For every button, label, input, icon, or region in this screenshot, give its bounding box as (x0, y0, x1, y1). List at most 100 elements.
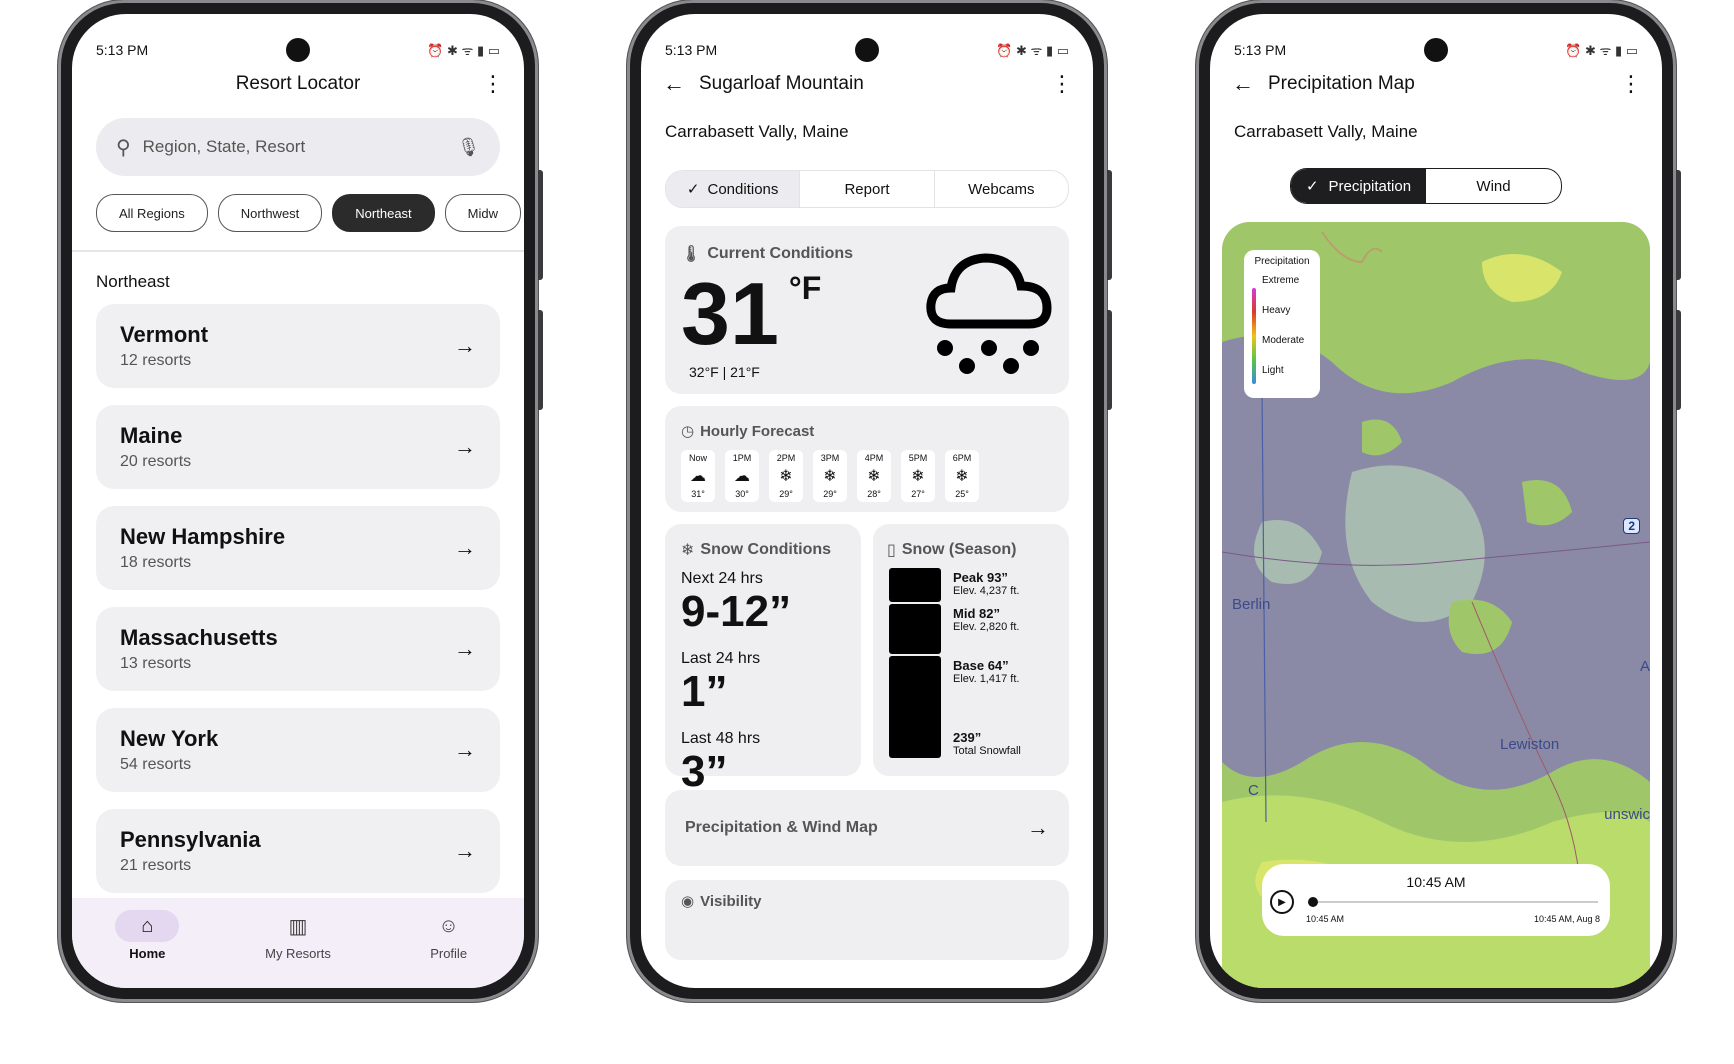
map-label-lewiston: Lewiston (1500, 736, 1560, 753)
hour-cell: 4PM ❄ 28° (857, 450, 891, 502)
list-item-vermont[interactable]: Vermont 12 resorts → (96, 304, 500, 388)
page-title: Precipitation Map (1268, 73, 1415, 94)
check-icon: ✓ (686, 181, 700, 198)
home-icon: ⌂ (115, 910, 180, 942)
slider-handle[interactable] (1308, 897, 1318, 907)
arrow-right-icon: → (454, 838, 476, 863)
timeline-player: 10:45 AM ▶ 10:45 AM 10:45 AM, Aug 8 (1262, 864, 1610, 936)
back-arrow-icon[interactable]: ← (1232, 71, 1254, 97)
link-label: Precipitation & Wind Map (685, 819, 878, 836)
nav-label: Profile (430, 946, 468, 961)
legend-item: Extreme (1262, 275, 1300, 286)
nav-label: My Resorts (265, 946, 331, 961)
region-filter-chips: All Regions Northwest Northeast Midw (96, 194, 524, 232)
resort-location: Carrabasett Vally, Maine (1234, 122, 1418, 141)
screen: 5:13 PM ⏰ ✱ ᯤ ▮ ▭ ← Sugarloaf Mountain ⋮… (641, 14, 1093, 988)
snowflake-icon: ❄ (955, 468, 969, 485)
snowflake-icon: ❄ (911, 468, 925, 485)
overflow-menu-icon[interactable]: ⋮ (1051, 71, 1073, 97)
cloud-snow-icon: ☁ (690, 468, 706, 485)
search-bar[interactable]: ⚲ Region, State, Resort 🎙 (96, 118, 500, 176)
divider (72, 250, 524, 252)
arrow-right-icon: → (454, 434, 476, 459)
page-title: Resort Locator (235, 73, 361, 94)
clock-icon: ◷ (681, 423, 695, 440)
hourly-forecast-card: ◷ Hourly Forecast Now ☁ 31° 1PM ☁ 30° 2PM ❄ 29°… (665, 406, 1069, 512)
chip-all-regions[interactable]: All Regions (96, 194, 208, 232)
chip-northwest[interactable]: Northwest (217, 194, 323, 232)
search-input[interactable]: Region, State, Resort (143, 137, 457, 157)
nav-my-resorts[interactable]: ▥ My Resorts (253, 910, 343, 988)
overflow-menu-icon[interactable]: ⋮ (1620, 71, 1642, 97)
nav-home[interactable]: ⌂ Home (102, 910, 192, 988)
precipitation-map-link[interactable]: Precipitation & Wind Map → (665, 790, 1069, 866)
list-item-new-hampshire[interactable]: New Hampshire 18 resorts → (96, 506, 500, 590)
current-temperature: 31 (681, 264, 779, 363)
arrow-right-icon: → (454, 636, 476, 661)
map-icon: ▥ (288, 915, 308, 938)
hour-label: 5PM (908, 453, 928, 463)
status-bar: 5:13 PM ⏰ ✱ ᯤ ▮ ▭ (96, 40, 500, 60)
list-item-massachusetts[interactable]: Massachusetts 13 resorts → (96, 607, 500, 691)
toggle-wind[interactable]: Wind (1426, 169, 1561, 203)
total-snowfall: 239” Total Snowfall (953, 730, 1021, 757)
status-time: 5:13 PM (1234, 42, 1287, 58)
section-label: Northeast (96, 272, 170, 291)
last-24-label: Last 24 hrs (681, 650, 761, 667)
toggle-precipitation[interactable]: ✓ Precipitation (1291, 169, 1426, 203)
hour-label: 4PM (864, 453, 884, 463)
base-elevation: Elev. 1,417 ft. (953, 673, 1020, 685)
toggle-label: Precipitation (1328, 177, 1412, 195)
timeline-end: 10:45 AM, Aug 8 (1533, 914, 1600, 924)
app-bar: Resort Locator ⋮ (94, 66, 504, 102)
list-item-maine[interactable]: Maine 20 resorts → (96, 405, 500, 489)
status-icons: ⏰ ✱ ᯤ ▮ ▭ (996, 43, 1069, 58)
list-item-pennsylvania[interactable]: Pennsylvania 21 resorts → (96, 809, 500, 893)
list-item-new-york[interactable]: New York 54 resorts → (96, 708, 500, 792)
map-label-route-2: 2 (1623, 518, 1640, 534)
overflow-menu-icon[interactable]: ⋮ (482, 71, 504, 97)
tab-label: Conditions (707, 180, 779, 198)
tab-conditions[interactable]: ✓ Conditions (666, 171, 801, 207)
map-layer-toggle: ✓ Precipitation Wind (1290, 168, 1562, 204)
snowflake-icon: ❄ (823, 468, 837, 485)
mic-icon[interactable]: 🎙 (457, 137, 480, 158)
tab-webcams[interactable]: Webcams (935, 171, 1068, 207)
play-icon[interactable]: ▶ (1270, 890, 1294, 914)
total-label: Total Snowfall (953, 745, 1021, 757)
precipitation-legend: Precipitation Extreme Heavy Moderate Lig… (1244, 250, 1320, 398)
snowflake-icon: ❄ (867, 468, 881, 485)
hour-temp: 31° (691, 489, 705, 499)
resort-region-list: Vermont 12 resorts → Maine 20 resorts → Ne… (96, 304, 500, 910)
back-arrow-icon[interactable]: ← (663, 71, 685, 97)
region-name: New Hampshire (120, 524, 286, 549)
nav-profile[interactable]: ☺ Profile (404, 910, 494, 988)
hour-label: 6PM (952, 453, 972, 463)
check-icon: ✓ (1305, 178, 1319, 195)
phone-precipitation-map: 5:13 PM ⏰ ✱ ᯤ ▮ ▭ ← Precipitation Map ⋮ … (1196, 0, 1681, 1002)
resort-count: 54 resorts (120, 756, 192, 773)
snowflake-icon: ❄ (779, 468, 793, 485)
resort-count: 18 resorts (120, 554, 192, 571)
tab-report[interactable]: Report (800, 171, 935, 207)
total-depth: 239” (953, 730, 982, 745)
thermometer-icon: 🌡 (681, 246, 702, 263)
visibility-card: ◉ Visibility (665, 880, 1069, 960)
peak-level: Peak 93” Elev. 4,237 ft. (953, 570, 1019, 597)
app-bar: ← Precipitation Map ⋮ (1232, 66, 1642, 102)
card-header: Visibility (700, 892, 762, 910)
status-bar: 5:13 PM ⏰ ✱ ᯤ ▮ ▭ (665, 40, 1069, 60)
timeline-slider[interactable] (1308, 897, 1598, 907)
phone-resort-locator: 5:13 PM ⏰ ✱ ᯤ ▮ ▭ Resort Locator ⋮ ⚲ Reg… (58, 0, 543, 1002)
chip-midwest[interactable]: Midw (444, 194, 522, 232)
mid-elevation: Elev. 2,820 ft. (953, 621, 1020, 633)
precipitation-map[interactable]: Berlin Lewiston 2 A C unswic Precipitati… (1222, 222, 1650, 988)
hour-cell: 2PM ❄ 29° (769, 450, 803, 502)
hour-label: 1PM (732, 453, 752, 463)
region-name: New York (120, 726, 219, 751)
hour-cell: 3PM ❄ 29° (813, 450, 847, 502)
card-header: Current Conditions (707, 245, 854, 262)
chip-northeast[interactable]: Northeast (332, 194, 435, 232)
page-title: Sugarloaf Mountain (699, 73, 864, 94)
hour-temp: 28° (867, 489, 881, 499)
